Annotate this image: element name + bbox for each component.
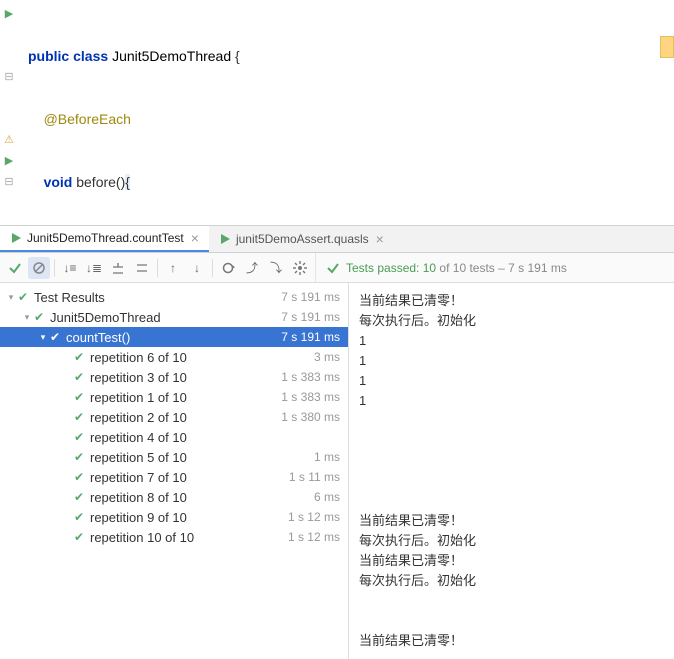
run-gutter-icon[interactable]: ▶ xyxy=(0,4,18,25)
check-icon: ✔ xyxy=(74,490,88,504)
tree-test-item[interactable]: ✔repetition 4 of 10 xyxy=(0,427,348,447)
chevron-down-icon[interactable]: ▾ xyxy=(36,332,50,343)
check-icon: ✔ xyxy=(74,530,88,544)
prev-fail-button[interactable]: ↑ xyxy=(162,257,184,279)
check-icon: ✔ xyxy=(74,450,88,464)
export-button[interactable]: ⤵ xyxy=(265,257,287,279)
tree-test-item[interactable]: ✔repetition 5 of 101 ms xyxy=(0,447,348,467)
check-icon: ✔ xyxy=(74,510,88,524)
warn-gutter-icon[interactable]: ⚠ xyxy=(0,130,18,151)
import-button[interactable]: ⤴ xyxy=(241,257,263,279)
tree-test-item[interactable]: ✔repetition 3 of 101 s 383 ms xyxy=(0,367,348,387)
chevron-down-icon[interactable]: ▾ xyxy=(4,292,18,303)
expand-all-button[interactable] xyxy=(107,257,129,279)
check-icon: ✔ xyxy=(50,330,64,344)
show-passed-toggle[interactable] xyxy=(4,257,26,279)
play-icon xyxy=(219,233,231,245)
chevron-down-icon[interactable]: ▾ xyxy=(20,312,34,323)
collapse-all-button[interactable] xyxy=(131,257,153,279)
fold-icon[interactable]: ⊟ xyxy=(0,172,18,193)
fold-icon[interactable]: ⊟ xyxy=(0,67,18,88)
rerun-button[interactable] xyxy=(217,257,239,279)
tree-class-node[interactable]: ▾✔Junit5DemoThread7 s 191 ms xyxy=(0,307,348,327)
test-status: Tests passed: 10 of 10 tests – 7 s 191 m… xyxy=(316,261,567,275)
tab-junit5demoassert[interactable]: junit5DemoAssert.quasls × xyxy=(209,226,394,252)
tree-test-item[interactable]: ✔repetition 9 of 101 s 12 ms xyxy=(0,507,348,527)
check-icon: ✔ xyxy=(34,310,48,324)
close-icon[interactable]: × xyxy=(376,231,384,247)
run-gutter-icon[interactable]: ▶ xyxy=(0,151,18,172)
code-body[interactable]: public class Junit5DemoThread { @BeforeE… xyxy=(18,4,674,225)
sort-duration-button[interactable]: ↓≣ xyxy=(83,257,105,279)
test-tree[interactable]: ▾✔Test Results7 s 191 ms ▾✔Junit5DemoThr… xyxy=(0,283,349,659)
check-icon: ✔ xyxy=(74,350,88,364)
check-icon: ✔ xyxy=(74,390,88,404)
tree-test-item[interactable]: ✔repetition 1 of 101 s 383 ms xyxy=(0,387,348,407)
tab-label: junit5DemoAssert.quasls xyxy=(236,232,369,246)
settings-button[interactable] xyxy=(289,257,311,279)
next-fail-button[interactable]: ↓ xyxy=(186,257,208,279)
tab-junit5demothread[interactable]: Junit5DemoThread.countTest × xyxy=(0,226,209,252)
check-icon: ✔ xyxy=(74,370,88,384)
file-tab-bar: Junit5DemoThread.countTest × junit5DemoA… xyxy=(0,225,674,253)
check-icon xyxy=(326,261,340,275)
gutter[interactable]: ▶ ⊟ ⚠ ▶ ⊟ xyxy=(0,4,18,225)
tree-test-item[interactable]: ✔repetition 2 of 101 s 380 ms xyxy=(0,407,348,427)
gear-icon xyxy=(293,261,307,275)
check-icon: ✔ xyxy=(74,470,88,484)
test-toolbar: ↓≡ ↓≣ ↑ ↓ ⤴ ⤵ Tests passed: 10 of 10 tes… xyxy=(0,253,674,283)
close-icon[interactable]: × xyxy=(191,230,199,246)
sort-alpha-button[interactable]: ↓≡ xyxy=(59,257,81,279)
tree-test-item[interactable]: ✔repetition 6 of 103 ms xyxy=(0,347,348,367)
console-output[interactable]: 当前结果已清零！ 每次执行后。初始化 1 1 1 1 当前结果已清零！ 每次执行… xyxy=(349,283,674,659)
warning-stripe[interactable] xyxy=(660,36,674,58)
tree-test-item[interactable]: ✔repetition 8 of 106 ms xyxy=(0,487,348,507)
tree-root[interactable]: ▾✔Test Results7 s 191 ms xyxy=(0,287,348,307)
tab-label: Junit5DemoThread.countTest xyxy=(27,231,184,245)
tree-test-item[interactable]: ✔repetition 7 of 101 s 11 ms xyxy=(0,467,348,487)
check-icon: ✔ xyxy=(74,410,88,424)
tree-method-node[interactable]: ▾✔countTest()7 s 191 ms xyxy=(0,327,348,347)
play-icon xyxy=(10,232,22,244)
show-ignored-toggle[interactable] xyxy=(28,257,50,279)
tree-test-item[interactable]: ✔repetition 10 of 101 s 12 ms xyxy=(0,527,348,547)
code-editor[interactable]: ▶ ⊟ ⚠ ▶ ⊟ public class Junit5DemoThread … xyxy=(0,0,674,225)
check-icon: ✔ xyxy=(18,290,32,304)
check-icon: ✔ xyxy=(74,430,88,444)
